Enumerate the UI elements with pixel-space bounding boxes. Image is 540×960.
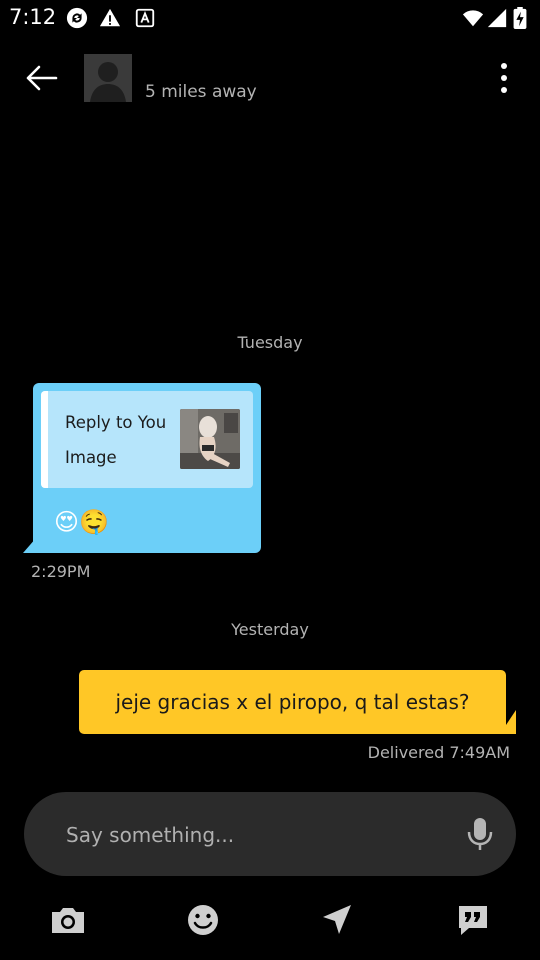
reply-preview-card[interactable]: Reply to You Image	[41, 391, 253, 488]
emoji-icon[interactable]	[183, 900, 223, 940]
photo-thumbnail-icon	[180, 409, 240, 469]
battery-charging-icon	[513, 7, 527, 29]
camera-icon[interactable]	[48, 900, 88, 940]
sent-message-bubble[interactable]: jeje gracias x el piropo, q tal estas?	[79, 670, 506, 734]
more-options-button[interactable]	[488, 60, 520, 96]
message-input[interactable]	[64, 814, 458, 856]
status-time: 7:12	[9, 5, 57, 29]
profile-silhouette-icon	[84, 54, 132, 102]
status-bar: 7:12	[0, 0, 540, 36]
wifi-icon	[462, 10, 484, 27]
reply-stripe	[41, 391, 48, 488]
back-button[interactable]	[24, 60, 60, 96]
location-send-icon[interactable]	[317, 900, 357, 940]
received-message-time: 2:29PM	[31, 562, 91, 581]
day-separator-tuesday: Tuesday	[237, 333, 303, 352]
microphone-icon[interactable]	[464, 816, 496, 852]
sent-message-status: Delivered 7:49AM	[367, 743, 510, 762]
signal-icon	[487, 8, 507, 28]
avatar[interactable]	[84, 54, 132, 102]
reply-type: Image	[65, 448, 117, 467]
sent-message-text: jeje gracias x el piropo, q tal estas?	[115, 690, 470, 714]
reply-title: Reply to You	[65, 413, 167, 432]
menu-dot-icon	[501, 63, 507, 69]
received-message-text: 😍🤤	[54, 508, 109, 536]
quick-reply-icon[interactable]	[453, 900, 493, 940]
distance-text: 5 miles away	[145, 82, 257, 102]
message-composer	[24, 792, 516, 876]
sync-icon	[66, 7, 88, 29]
warning-icon	[99, 8, 121, 27]
day-separator-yesterday: Yesterday	[231, 620, 309, 639]
reply-image-thumbnail[interactable]	[180, 409, 240, 469]
font-a-icon	[135, 8, 155, 28]
